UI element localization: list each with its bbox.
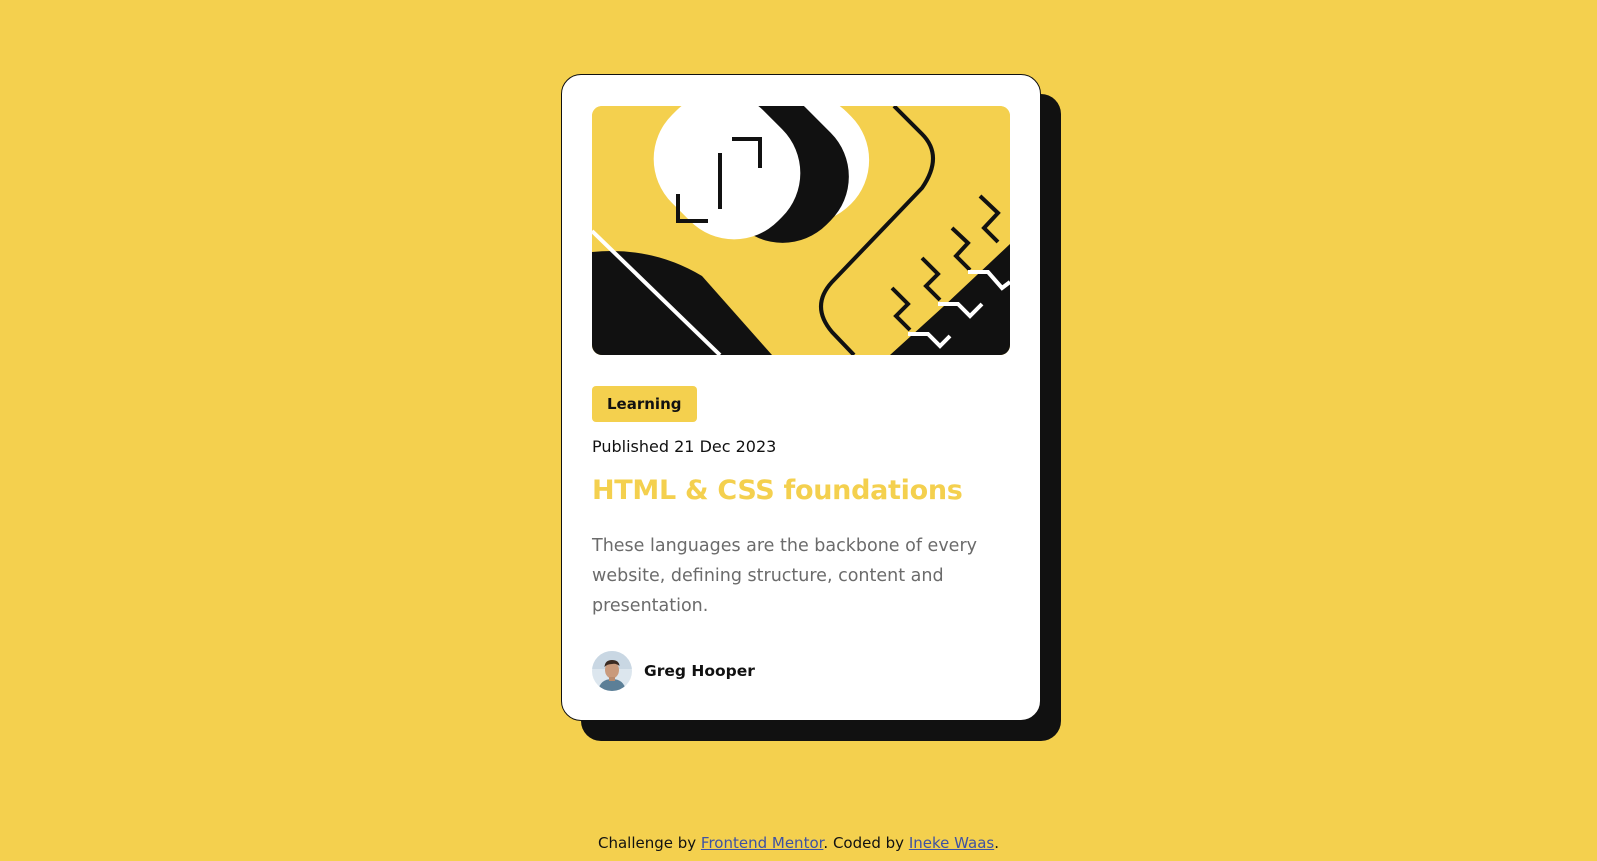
blog-preview-card-wrapper: Learning Published 21 Dec 2023 HTML & CS… [561, 74, 1061, 741]
author-name: Greg Hooper [644, 662, 755, 680]
author-link[interactable]: Ineke Waas [909, 834, 994, 852]
attribution-suffix: . [994, 834, 999, 852]
author: Greg Hooper [592, 651, 755, 691]
card-description: These languages are the backbone of ever… [592, 536, 977, 616]
attribution-footer: Challenge by Frontend Mentor. Coded by I… [0, 834, 1597, 852]
person-avatar-icon [592, 651, 632, 691]
attribution-middle: . Coded by [823, 834, 909, 852]
code-illustration-icon [592, 106, 1010, 355]
card-title[interactable]: HTML & CSS foundations [592, 475, 963, 506]
attribution-prefix: Challenge by [597, 834, 701, 852]
frontend-mentor-link[interactable]: Frontend Mentor [701, 834, 824, 852]
published-date: Published 21 Dec 2023 [592, 437, 777, 456]
category-tag: Learning [592, 386, 697, 422]
blog-preview-card[interactable]: Learning Published 21 Dec 2023 HTML & CS… [561, 74, 1041, 721]
